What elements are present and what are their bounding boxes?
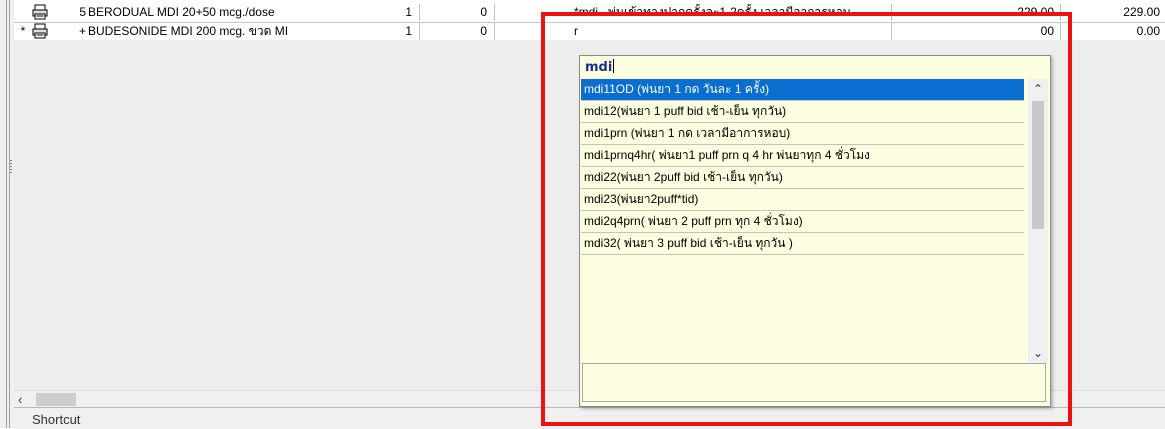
scroll-thumb[interactable] [1032,101,1044,229]
usage-cell[interactable]: *mdi...พ่นเข้าทางปากครั้งละ1-2ครั้ง เวลา… [574,4,904,21]
autocomplete-option[interactable]: mdi1prn (พ่นยา 1 กด เวลามีอาการหอบ) [581,123,1024,145]
vertical-scrollbar[interactable]: ⌃ ⌄ [1028,79,1048,364]
quantity-cell[interactable]: 0 [469,23,487,40]
autocomplete-option[interactable]: mdi11OD (พ่นยา 1 กด วันละ 1 ครั้ง) [581,79,1024,101]
usage-autocomplete-dropdown[interactable]: mdi mdi11OD (พ่นยา 1 กด วันละ 1 ครั้ง) md… [579,55,1051,407]
column-separator [891,4,892,21]
total-cell: 0.00 [1136,24,1160,38]
row-number: + [78,24,86,38]
printer-icon[interactable] [32,23,50,40]
row-indicator: * [20,24,26,38]
table-row[interactable]: 5 BERODUAL MDI 20+50 mcg./dose 1 0 *mdi.… [14,4,1165,21]
shortcut-bar: Shortcut [14,407,1165,429]
text-caret [613,59,615,73]
autocomplete-list: mdi11OD (พ่นยา 1 กด วันละ 1 ครั้ง) mdi12(… [581,79,1024,349]
shortcut-label[interactable]: Shortcut [32,412,80,427]
column-separator [419,23,420,40]
autocomplete-option[interactable]: mdi23(พ่นยา2puff*tid) [581,189,1024,211]
table-row[interactable]: * + BUDESONIDE MDI 200 mcg. ขวด MI 1 0 r… [14,22,1165,40]
autocomplete-option[interactable]: mdi1prnq4hr( พ่นยา1 puff prn q 4 hr พ่นย… [581,145,1024,167]
price-cell: 229.00 [1017,5,1054,19]
total-cell: 229.00 [1123,5,1160,19]
autocomplete-search-input[interactable]: mdi [582,58,1031,78]
drug-name-cell[interactable]: BUDESONIDE MDI 200 mcg. ขวด MI [88,23,402,40]
autocomplete-option[interactable]: mdi2q4prn( พ่นยา 2 puff prn ทุก 4 ชั่วโม… [581,211,1024,233]
row-number: 5 [79,5,86,19]
autocomplete-detail-box [582,363,1046,402]
chevron-up-icon[interactable]: ⌃ [1028,81,1048,98]
column-separator [1060,23,1061,40]
splitter-line [6,0,7,428]
quantity-cell[interactable]: 1 [394,4,412,21]
quantity-cell[interactable]: 0 [469,4,487,21]
search-text: mdi [585,60,613,75]
row-indicator [18,4,28,21]
autocomplete-option[interactable]: mdi22(พ่นยา 2puff bid เช้า-เย็น ทุกวัน) [581,167,1024,189]
splitter-line [9,0,10,428]
column-separator [891,23,892,40]
autocomplete-option[interactable]: mdi32( พ่นยา 3 puff bid เช้า-เย็น ทุกวัน… [581,233,1024,255]
price-cell: 00 [1040,24,1054,38]
column-separator [419,4,420,21]
scroll-thumb[interactable] [36,393,76,406]
drug-name-cell[interactable]: BERODUAL MDI 20+50 mcg./dose [88,4,402,21]
column-separator [494,23,495,40]
chevron-left-icon[interactable]: ‹ [18,391,22,408]
quantity-cell[interactable]: 1 [394,23,412,40]
left-splitter[interactable] [0,0,14,428]
column-separator [1060,4,1061,21]
autocomplete-option[interactable]: mdi12(พ่นยา 1 puff bid เช้า-เย็น ทุกวัน) [581,101,1024,123]
printer-icon[interactable] [32,4,50,21]
splitter-grip-icon[interactable] [10,160,12,174]
chevron-down-icon[interactable]: ⌄ [1028,345,1048,362]
usage-cell[interactable]: r [574,23,904,40]
column-separator [494,4,495,21]
